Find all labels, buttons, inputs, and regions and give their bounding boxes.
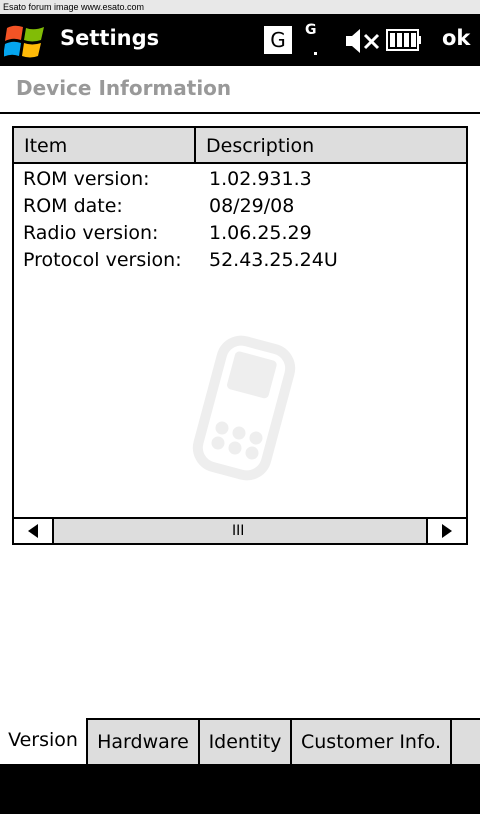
signal-dot	[314, 52, 317, 55]
item-value: 1.06.25.29	[209, 222, 312, 244]
ok-button[interactable]: ok	[442, 26, 470, 50]
tab-identity[interactable]: Identity	[200, 720, 292, 764]
watermark-banner: Esato forum image www.esato.com	[0, 0, 480, 14]
phone-watermark-icon	[192, 335, 296, 481]
data-connection-icon[interactable]: G	[264, 26, 292, 54]
tab-bar: Version Hardware Identity Customer Info.	[0, 718, 480, 764]
scroll-left-button[interactable]	[14, 519, 54, 543]
item-value: 1.02.931.3	[209, 168, 312, 190]
tab-version[interactable]: Version	[0, 718, 88, 764]
list-item[interactable]: ROM date: 08/29/08	[23, 195, 463, 222]
volume-muted-icon[interactable]	[344, 26, 380, 56]
item-label: ROM date:	[23, 195, 123, 217]
tab-customer-info[interactable]: Customer Info.	[292, 720, 452, 764]
app-title: Settings	[60, 26, 160, 50]
list-item[interactable]: ROM version: 1.02.931.3	[23, 168, 463, 195]
item-label: Radio version:	[23, 222, 159, 244]
item-label: ROM version:	[23, 168, 150, 190]
arrow-left-icon	[28, 524, 38, 538]
item-label: Protocol version:	[23, 249, 182, 271]
battery-icon[interactable]	[386, 28, 422, 52]
signal-icon[interactable]: G	[305, 22, 317, 38]
arrow-right-icon	[442, 524, 452, 538]
device-info-list[interactable]: Item Description ROM version: 1.02.931.3…	[12, 126, 468, 545]
softkey-bar	[0, 764, 480, 814]
title-bar: Settings G G ok	[0, 14, 480, 66]
header-divider	[0, 112, 480, 114]
list-item[interactable]: Radio version: 1.06.25.29	[23, 222, 463, 249]
horizontal-scrollbar[interactable]: III	[14, 517, 466, 543]
scroll-right-button[interactable]	[426, 519, 466, 543]
scrollbar-thumb[interactable]: III	[232, 521, 244, 541]
page-title: Device Information	[16, 76, 232, 100]
list-item[interactable]: Protocol version: 52.43.25.24U	[23, 249, 463, 276]
column-header-description[interactable]: Description	[196, 128, 466, 164]
item-value: 08/29/08	[209, 195, 295, 217]
tab-hardware[interactable]: Hardware	[88, 720, 200, 764]
start-menu-icon[interactable]	[4, 20, 46, 62]
column-header-item[interactable]: Item	[14, 128, 196, 164]
item-value: 52.43.25.24U	[209, 249, 338, 271]
